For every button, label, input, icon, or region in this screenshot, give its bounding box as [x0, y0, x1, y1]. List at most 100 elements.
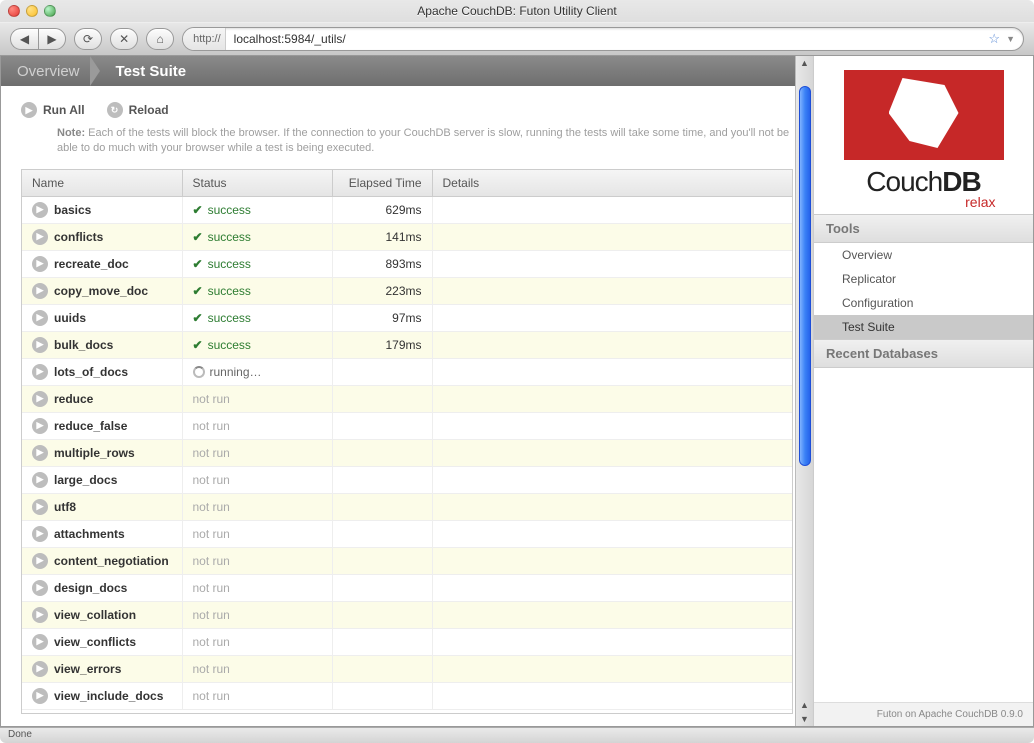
test-name[interactable]: reduce: [54, 392, 93, 406]
status-label: not run: [193, 689, 230, 703]
zoom-window-button[interactable]: [44, 5, 56, 17]
sidebar-item-test-suite[interactable]: Test Suite: [814, 315, 1033, 339]
run-all-button[interactable]: ▶ Run All: [21, 102, 85, 118]
elapsed-time: [332, 601, 432, 628]
play-icon: ▶: [21, 102, 37, 118]
details-cell: [432, 277, 792, 304]
home-button[interactable]: ⌂: [146, 28, 174, 50]
run-test-icon[interactable]: ▶: [32, 418, 48, 434]
run-test-icon[interactable]: ▶: [32, 553, 48, 569]
test-name[interactable]: attachments: [54, 527, 125, 541]
elapsed-time: [332, 412, 432, 439]
status-label: not run: [193, 473, 230, 487]
run-test-icon[interactable]: ▶: [32, 229, 48, 245]
col-header-elapsed[interactable]: Elapsed Time: [332, 170, 432, 197]
main-scrollbar[interactable]: ▲ ▲ ▼: [795, 56, 813, 726]
table-row: ▶reduce_falsenot run: [22, 412, 792, 439]
run-test-icon[interactable]: ▶: [32, 202, 48, 218]
run-test-icon[interactable]: ▶: [32, 526, 48, 542]
run-test-icon[interactable]: ▶: [32, 445, 48, 461]
back-button[interactable]: ◀: [10, 28, 38, 50]
check-icon: ✔: [193, 311, 203, 325]
test-name[interactable]: lots_of_docs: [54, 365, 128, 379]
scroll-thumb[interactable]: [799, 86, 811, 466]
breadcrumb-separator-icon: [90, 56, 100, 86]
url-bar[interactable]: http:// ☆ ▼: [182, 27, 1024, 51]
table-row: ▶bulk_docs✔success179ms: [22, 331, 792, 358]
test-name[interactable]: multiple_rows: [54, 446, 135, 460]
tools-list: OverviewReplicatorConfigurationTest Suit…: [814, 243, 1033, 339]
test-name[interactable]: copy_move_doc: [54, 284, 148, 298]
test-name[interactable]: large_docs: [54, 473, 117, 487]
col-header-name[interactable]: Name: [22, 170, 182, 197]
status-label: success: [208, 203, 251, 217]
table-row: ▶ large_docs not run: [22, 466, 792, 493]
col-header-status[interactable]: Status: [182, 170, 332, 197]
status-label: success: [208, 338, 251, 352]
details-cell: [432, 223, 792, 250]
reload-tests-button[interactable]: ↻ Reload: [107, 102, 169, 118]
details-cell: [432, 574, 792, 601]
sidebar-item-replicator[interactable]: Replicator: [814, 267, 1033, 291]
test-name[interactable]: design_docs: [54, 581, 127, 595]
run-test-icon[interactable]: ▶: [32, 364, 48, 380]
status-label: not run: [193, 581, 230, 595]
reload-button[interactable]: ⟳: [74, 28, 102, 50]
elapsed-time: 141ms: [332, 223, 432, 250]
status-label: not run: [193, 446, 230, 460]
status-label: success: [208, 311, 251, 325]
test-name[interactable]: basics: [54, 203, 91, 217]
test-name[interactable]: view_include_docs: [54, 689, 163, 703]
scroll-up2-icon[interactable]: ▲: [800, 700, 809, 710]
run-test-icon[interactable]: ▶: [32, 607, 48, 623]
scroll-down-icon[interactable]: ▼: [800, 714, 809, 724]
stop-button[interactable]: ✕: [110, 28, 138, 50]
test-name[interactable]: uuids: [54, 311, 86, 325]
table-row: ▶basics✔success629ms: [22, 196, 792, 223]
run-test-icon[interactable]: ▶: [32, 256, 48, 272]
browser-chrome: Apache CouchDB: Futon Utility Client ◀ ▶…: [0, 0, 1034, 57]
url-dropdown-icon[interactable]: ▼: [1006, 34, 1023, 44]
test-name[interactable]: recreate_doc: [54, 257, 129, 271]
sidebar-item-configuration[interactable]: Configuration: [814, 291, 1033, 315]
run-test-icon[interactable]: ▶: [32, 283, 48, 299]
run-test-icon[interactable]: ▶: [32, 580, 48, 596]
run-test-icon[interactable]: ▶: [32, 391, 48, 407]
url-input[interactable]: [226, 32, 983, 46]
elapsed-time: [332, 682, 432, 709]
test-name[interactable]: view_errors: [54, 662, 121, 676]
close-window-button[interactable]: [8, 5, 20, 17]
breadcrumb-overview[interactable]: Overview: [1, 56, 96, 86]
test-name[interactable]: utf8: [54, 500, 76, 514]
test-name[interactable]: view_collation: [54, 608, 136, 622]
minimize-window-button[interactable]: [26, 5, 38, 17]
col-header-details[interactable]: Details: [432, 170, 792, 197]
forward-button[interactable]: ▶: [38, 28, 66, 50]
details-cell: [432, 655, 792, 682]
table-row: ▶view_conflictsnot run: [22, 628, 792, 655]
url-scheme: http://: [183, 28, 226, 50]
run-test-icon[interactable]: ▶: [32, 661, 48, 677]
table-row: ▶reducenot run: [22, 385, 792, 412]
status-label: not run: [193, 527, 230, 541]
bookmark-star-icon[interactable]: ☆: [982, 31, 1006, 47]
run-test-icon[interactable]: ▶: [32, 688, 48, 704]
test-name[interactable]: view_conflicts: [54, 635, 136, 649]
logo[interactable]: CouchDB relax: [814, 56, 1033, 214]
run-test-icon[interactable]: ▶: [32, 634, 48, 650]
run-test-icon[interactable]: ▶: [32, 337, 48, 353]
test-name[interactable]: conflicts: [54, 230, 103, 244]
main-panel: Overview Test Suite ▶ Run All ↻ Reload N…: [1, 56, 813, 726]
run-test-icon[interactable]: ▶: [32, 472, 48, 488]
test-name[interactable]: bulk_docs: [54, 338, 113, 352]
table-row: ▶lots_of_docsrunning…: [22, 358, 792, 385]
details-cell: [432, 250, 792, 277]
run-test-icon[interactable]: ▶: [32, 499, 48, 515]
test-name[interactable]: reduce_false: [54, 419, 127, 433]
tests-table: Name Status Elapsed Time Details ▶ basics…: [22, 170, 792, 710]
sidebar-item-overview[interactable]: Overview: [814, 243, 1033, 267]
run-test-icon[interactable]: ▶: [32, 310, 48, 326]
test-name[interactable]: content_negotiation: [54, 554, 169, 568]
check-icon: ✔: [193, 203, 203, 217]
scroll-up-icon[interactable]: ▲: [800, 58, 809, 68]
